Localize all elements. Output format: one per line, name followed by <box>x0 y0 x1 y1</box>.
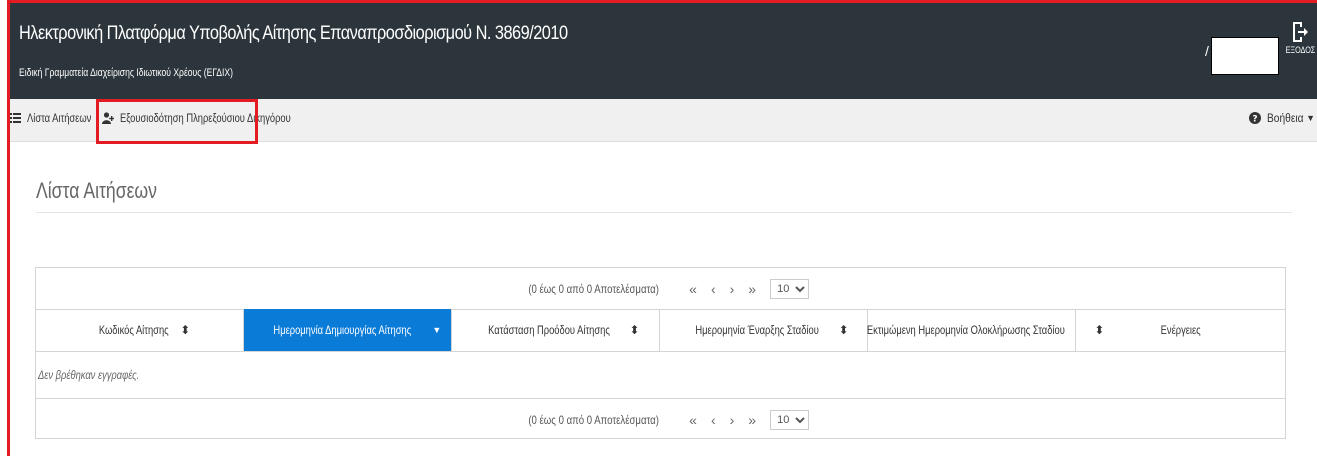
question-circle-icon: ? <box>1249 112 1262 125</box>
prev-page-icon[interactable]: ‹ <box>711 412 716 428</box>
page-title: Λίστα Αιτήσεων <box>36 178 157 203</box>
help-label: Βοήθεια <box>1267 111 1304 125</box>
sort-icon: ⬍ <box>629 323 640 337</box>
last-page-icon[interactable]: » <box>748 412 756 428</box>
sort-desc-icon: ▼ <box>432 325 442 335</box>
sort-icon: ⬍ <box>838 323 849 337</box>
col-actions: Ενέργειες <box>1160 323 1201 337</box>
logout-button[interactable]: ΕΞΟΔΟΣ <box>1282 21 1317 55</box>
col-stage-start-date[interactable]: Ημερομηνία Έναρξης Σταδίου ⬍ <box>660 309 868 351</box>
first-page-icon[interactable]: « <box>689 412 697 428</box>
app-subtitle: Ειδική Γραμματεία Διαχείρισης Ιδιωτικού … <box>19 67 233 79</box>
col-application-code[interactable]: Κωδικός Αίτησης ⬍ <box>36 309 244 351</box>
applications-grid: (0 έως 0 από 0 Αποτελέσματα) « ‹ › » 10 … <box>35 267 1286 439</box>
page-size-select[interactable]: 10 <box>770 409 810 430</box>
col-progress-status[interactable]: Κατάσταση Προόδου Αίτησης ⬍ <box>452 309 660 351</box>
last-page-icon[interactable]: » <box>748 281 756 297</box>
col-stage-estimated-end[interactable]: Εκτιμώμενη Ημερομηνία Ολοκλήρωσης Σταδίο… <box>867 309 1104 351</box>
svg-text:?: ? <box>1252 115 1257 125</box>
col-creation-date[interactable]: Ημερομηνία Δημιουργίας Αίτησης ▼ <box>244 309 452 351</box>
pager-top: (0 έως 0 από 0 Αποτελέσματα) « ‹ › » 10 <box>36 268 1285 310</box>
next-page-icon[interactable]: › <box>730 412 735 428</box>
next-page-icon[interactable]: › <box>730 281 735 297</box>
title-divider <box>36 212 1292 213</box>
logout-label: ΕΞΟΔΟΣ <box>1285 45 1316 55</box>
nav-applications-label: Λίστα Αιτήσεων <box>27 111 92 125</box>
app-header: Ηλεκτρονική Πλατφόρμα Υποβολής Αίτησης Ε… <box>10 3 1317 99</box>
nav-applications-list[interactable]: Λίστα Αιτήσεων <box>10 111 109 125</box>
page-size-select[interactable]: 10 <box>770 278 810 299</box>
highlight-annotation <box>96 99 258 144</box>
empty-row: Δεν βρέθηκαν εγγραφές. <box>36 352 1285 397</box>
top-nav: Λίστα Αιτήσεων Εξουσιοδότηση Πληρεξούσιο… <box>10 99 1317 144</box>
prev-page-icon[interactable]: ‹ <box>711 281 716 297</box>
redacted-user-box <box>1211 37 1279 75</box>
user-separator: / <box>1205 43 1209 59</box>
first-page-icon[interactable]: « <box>689 281 697 297</box>
empty-message: Δεν βρέθηκαν εγγραφές. <box>38 368 140 382</box>
sign-out-icon <box>1293 22 1308 42</box>
sort-icon: ⬍ <box>180 323 191 337</box>
help-menu[interactable]: ? Βοήθεια ▼ <box>1249 111 1315 125</box>
pager-info: (0 έως 0 από 0 Αποτελέσματα) <box>528 281 659 296</box>
app-title: Ηλεκτρονική Πλατφόρμα Υποβολής Αίτησης Ε… <box>19 23 568 44</box>
caret-down-icon: ▼ <box>1306 113 1315 123</box>
table-header: Κωδικός Αίτησης ⬍ Ημερομηνία Δημιουργίας… <box>36 309 1285 352</box>
pager-info: (0 έως 0 από 0 Αποτελέσματα) <box>528 412 659 427</box>
pager-bottom: (0 έως 0 από 0 Αποτελέσματα) « ‹ › » 10 <box>36 398 1285 440</box>
list-icon <box>10 113 21 123</box>
